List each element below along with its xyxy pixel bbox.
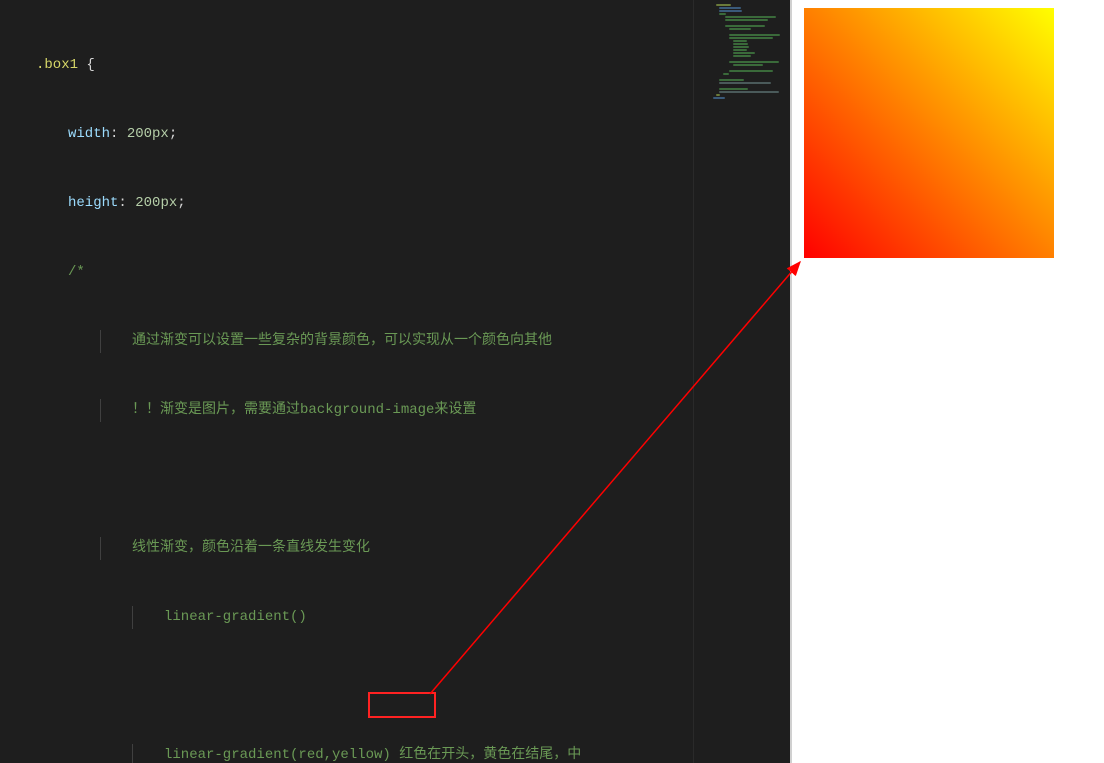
minimap[interactable] xyxy=(709,0,790,763)
code-area[interactable]: .box1 { width: 200px; height: 200px; /* … xyxy=(0,0,693,763)
gradient-preview-box xyxy=(804,8,1054,258)
code-scrollbar-gap[interactable] xyxy=(693,0,709,763)
comment-line: linear-gradient() xyxy=(164,609,307,625)
code-prop-width: width xyxy=(68,126,110,142)
code-val-height: 200px xyxy=(135,195,177,211)
code-prop-height: height xyxy=(68,195,118,211)
comment-line: linear-gradient(red,yellow) 红色在开头，黄色在结尾，… xyxy=(164,747,581,763)
preview-pane xyxy=(790,0,1104,763)
comment-line: 通过渐变可以设置一些复杂的背景颜色，可以实现从一个颜色向其他 xyxy=(132,333,552,349)
editor-pane: .box1 { width: 200px; height: 200px; /* … xyxy=(0,0,790,763)
comment-line: ！！渐变是图片，需要通过background-image来设置 xyxy=(132,402,476,418)
code-selector: .box1 xyxy=(36,57,78,73)
comment-open: /* xyxy=(68,264,85,280)
code-val-width: 200px xyxy=(127,126,169,142)
comment-line: 线性渐变，颜色沿着一条直线发生变化 xyxy=(132,540,370,556)
